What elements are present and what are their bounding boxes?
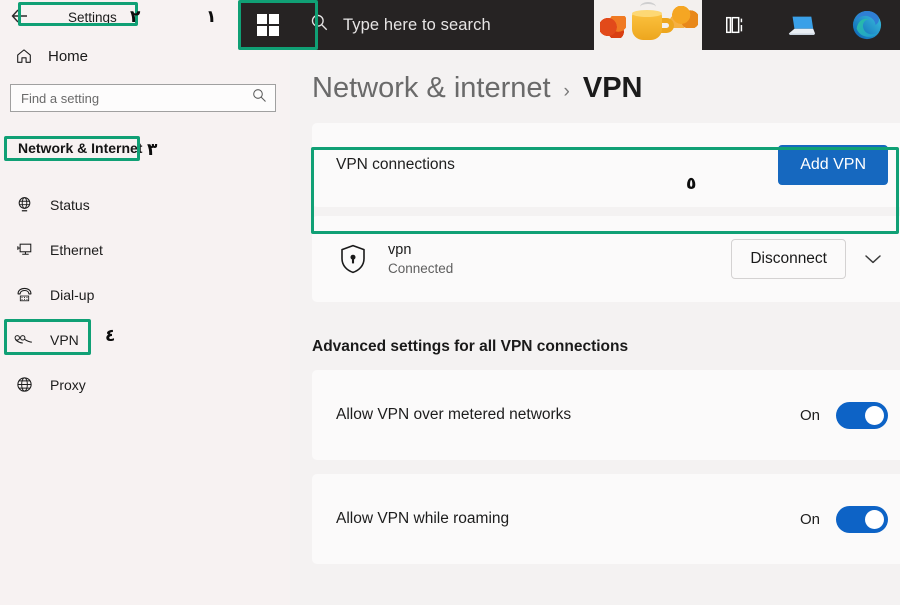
sidebar-item-label-proxy: Proxy	[50, 376, 86, 393]
disconnect-button[interactable]: Disconnect	[731, 239, 846, 279]
sidebar-item-label-home: Home	[48, 47, 89, 65]
sidebar-item-label-status: Status	[50, 196, 90, 213]
toggle-metered-networks[interactable]	[836, 401, 888, 429]
search-input[interactable]	[21, 90, 252, 106]
vpn-connector-icon	[14, 330, 34, 350]
home-icon	[14, 46, 34, 66]
microsoft-edge-icon[interactable]	[834, 0, 900, 50]
vpn-entry-text: vpn Connected	[388, 242, 453, 276]
setting-row-roaming: Allow VPN while roaming On	[312, 474, 900, 564]
autumn-leaf-right-icon	[670, 6, 698, 28]
page-title: VPN	[582, 72, 643, 104]
sidebar-section-network-internet[interactable]: Network & Internet	[8, 136, 152, 160]
search-icon	[310, 13, 329, 37]
settings-sidebar: Settings Home Network &	[0, 0, 290, 605]
add-vpn-button[interactable]: Add VPN	[778, 145, 888, 185]
sidebar-item-proxy[interactable]: Proxy	[0, 362, 290, 407]
windows-logo-icon	[257, 14, 279, 36]
vpn-connections-label: VPN connections	[336, 156, 455, 173]
search-icon[interactable]	[252, 88, 267, 108]
setting-row-metered-networks: Allow VPN over metered networks On	[312, 370, 900, 460]
vpn-entry-name: vpn	[388, 242, 412, 258]
sidebar-item-vpn[interactable]: VPN	[0, 317, 290, 362]
autumn-leaf-left-icon	[600, 16, 626, 38]
taskbar-search-box[interactable]: Type here to search	[296, 0, 594, 50]
toggle-roaming[interactable]	[836, 505, 888, 533]
mug-rim	[632, 10, 662, 17]
globe-icon	[14, 375, 34, 395]
mug-handle	[660, 18, 674, 33]
sidebar-section-label: Network & Internet	[18, 140, 143, 156]
vpn-connections-card: VPN connections Add VPN	[312, 123, 900, 207]
toggle-group-metered: On	[799, 401, 888, 429]
back-arrow-icon[interactable]	[8, 9, 30, 26]
telephone-icon	[14, 285, 34, 305]
toggle-state-metered: On	[799, 406, 820, 424]
marker-4: ٤	[105, 326, 116, 346]
taskbar-icons	[702, 0, 900, 50]
toggle-group-roaming: On	[799, 505, 888, 533]
marker-2: ٢	[130, 7, 141, 27]
advanced-settings-heading: Advanced settings for all VPN connection…	[312, 338, 629, 355]
coffee-mug-autumn-leaves-icon[interactable]	[594, 0, 702, 50]
chevron-down-icon[interactable]	[852, 239, 894, 279]
breadcrumb: Network & internet › VPN	[290, 50, 900, 105]
toggle-knob	[865, 509, 884, 529]
window-title: Settings	[68, 9, 117, 25]
main-content: Network & internet › VPN VPN connections…	[290, 50, 900, 605]
sidebar-item-ethernet[interactable]: Ethernet	[0, 227, 290, 272]
laptop-app-icon[interactable]	[768, 0, 834, 50]
start-button[interactable]	[240, 0, 296, 50]
sidebar-search-wrapper	[0, 78, 290, 112]
marker-1: ١	[206, 7, 217, 27]
sidebar-item-label-vpn: VPN	[50, 331, 79, 348]
sidebar-item-dial-up[interactable]: Dial-up	[0, 272, 290, 317]
breadcrumb-parent[interactable]: Network & internet	[312, 72, 551, 105]
globe-signal-icon	[14, 195, 34, 215]
sidebar-item-label-ethernet: Ethernet	[50, 241, 103, 258]
shield-lock-icon	[336, 242, 370, 276]
windows-taskbar: Type here to search	[240, 0, 900, 50]
task-view-icon[interactable]	[702, 0, 768, 50]
setting-label-roaming: Allow VPN while roaming	[336, 510, 510, 527]
settings-window: Settings Home Network &	[0, 0, 900, 605]
sidebar-nav: Status Ethernet Dial-up VPN Proxy	[0, 182, 290, 407]
monitor-icon	[14, 240, 34, 260]
marker-5: ٥	[686, 174, 697, 194]
vpn-connection-row[interactable]: vpn Connected Disconnect	[312, 216, 900, 302]
toggle-knob	[865, 405, 884, 425]
marker-3: ٣	[147, 140, 158, 160]
toggle-state-roaming: On	[799, 510, 820, 528]
sidebar-item-status[interactable]: Status	[0, 182, 290, 227]
sidebar-item-label-dial-up: Dial-up	[50, 286, 95, 303]
setting-label-metered-networks: Allow VPN over metered networks	[336, 406, 572, 423]
search-box[interactable]	[10, 84, 276, 112]
taskbar-search-placeholder: Type here to search	[343, 15, 491, 34]
vpn-entry-status: Connected	[388, 261, 454, 276]
breadcrumb-separator-icon: ›	[563, 81, 570, 102]
